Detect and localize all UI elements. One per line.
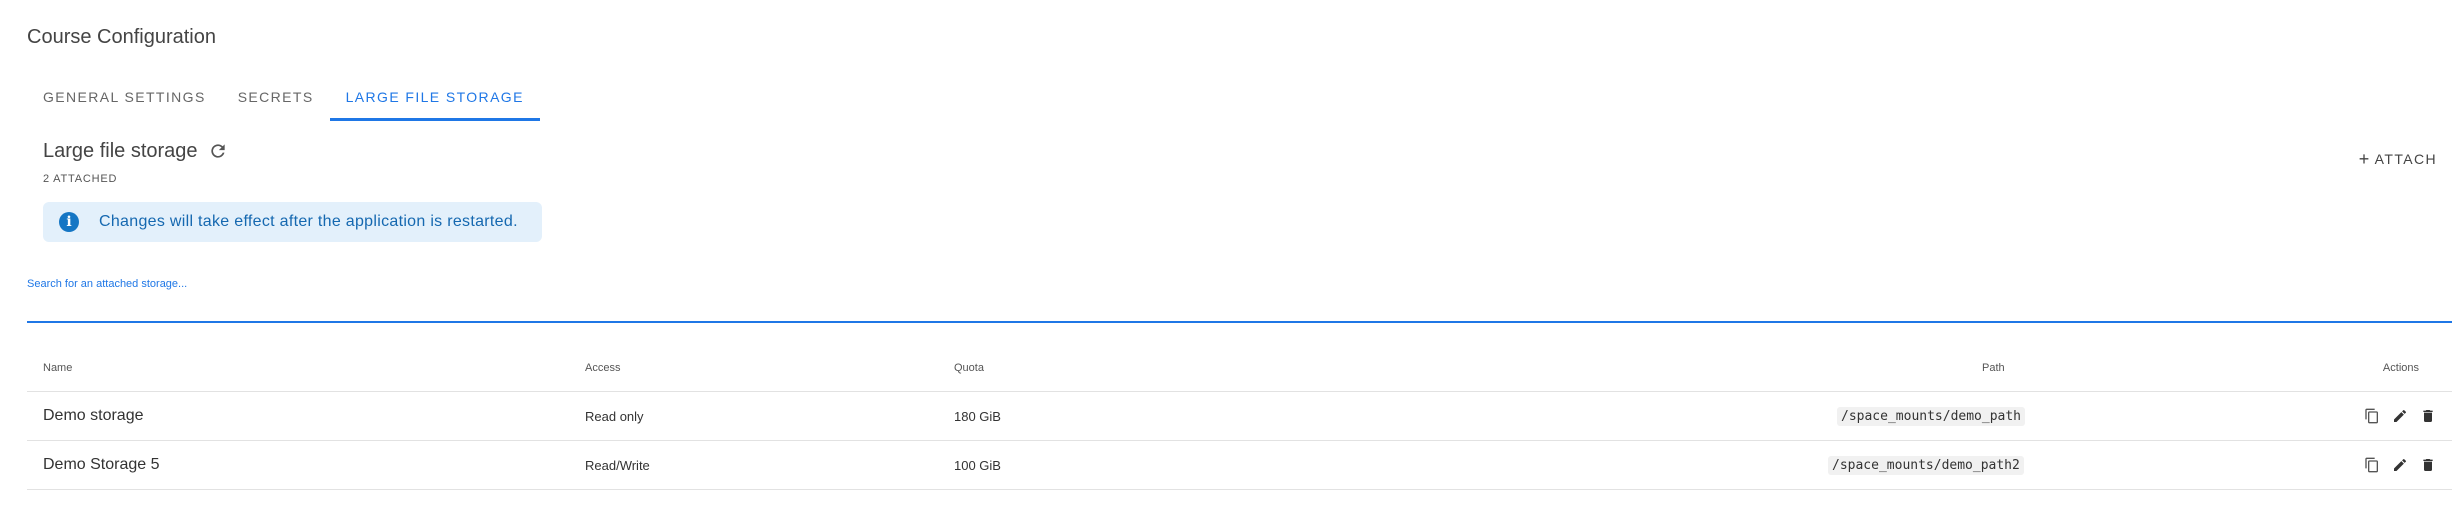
- storage-name: Demo Storage 5: [43, 456, 160, 473]
- plus-icon: +: [2358, 149, 2371, 169]
- column-header-actions: Actions: [2382, 362, 2419, 374]
- copy-icon[interactable]: [2364, 457, 2380, 473]
- attach-button-label: Attach: [2374, 151, 2437, 167]
- column-header-name: Name: [43, 362, 73, 374]
- section-title: Large file storage: [43, 140, 198, 162]
- section-header: Large file storage: [43, 138, 228, 164]
- tab-bar: General Settings Secrets Large File Stor…: [27, 76, 540, 121]
- trash-icon[interactable]: [2420, 457, 2436, 473]
- column-header-access: Access: [585, 362, 621, 374]
- copy-icon[interactable]: [2364, 408, 2380, 424]
- storage-table: Name Access Quota Path Actions Demo stor…: [27, 345, 2452, 490]
- storage-quota: 180 GiB: [954, 408, 1001, 424]
- refresh-icon[interactable]: [208, 141, 228, 161]
- storage-quota: 100 GiB: [954, 457, 1001, 473]
- table-row: Demo Storage 5 Read/Write 100 GiB /space…: [27, 441, 2452, 490]
- row-actions: [2365, 392, 2452, 440]
- tab-large-file-storage[interactable]: Large File Storage: [329, 76, 540, 121]
- pencil-icon[interactable]: [2392, 408, 2408, 424]
- row-actions: [2365, 441, 2452, 489]
- tab-general-settings[interactable]: General Settings: [27, 76, 222, 121]
- page-title: Course Configuration: [27, 26, 216, 48]
- info-banner: i Changes will take effect after the app…: [43, 202, 542, 242]
- table-header: Name Access Quota Path Actions: [27, 345, 2452, 392]
- info-banner-text: Changes will take effect after the appli…: [99, 213, 518, 230]
- column-header-quota: Quota: [954, 362, 984, 374]
- storage-access: Read/Write: [585, 457, 650, 473]
- storage-access: Read only: [585, 408, 644, 424]
- page: Course Configuration General Settings Se…: [0, 0, 2459, 509]
- storage-path: /space_mounts/demo_path: [1837, 406, 2026, 426]
- attach-button[interactable]: + Attach: [2359, 150, 2437, 168]
- search-field: [27, 272, 2452, 323]
- info-icon: i: [59, 212, 79, 232]
- table-row: Demo storage Read only 180 GiB /space_mo…: [27, 392, 2452, 441]
- storage-name: Demo storage: [43, 407, 144, 424]
- column-header-path: Path: [1982, 362, 2005, 374]
- trash-icon[interactable]: [2420, 408, 2436, 424]
- pencil-icon[interactable]: [2392, 457, 2408, 473]
- attached-count: 2 attached: [43, 173, 118, 185]
- search-input[interactable]: [27, 272, 2452, 323]
- storage-path: /space_mounts/demo_path2: [1828, 455, 2024, 475]
- tab-secrets[interactable]: Secrets: [222, 76, 330, 121]
